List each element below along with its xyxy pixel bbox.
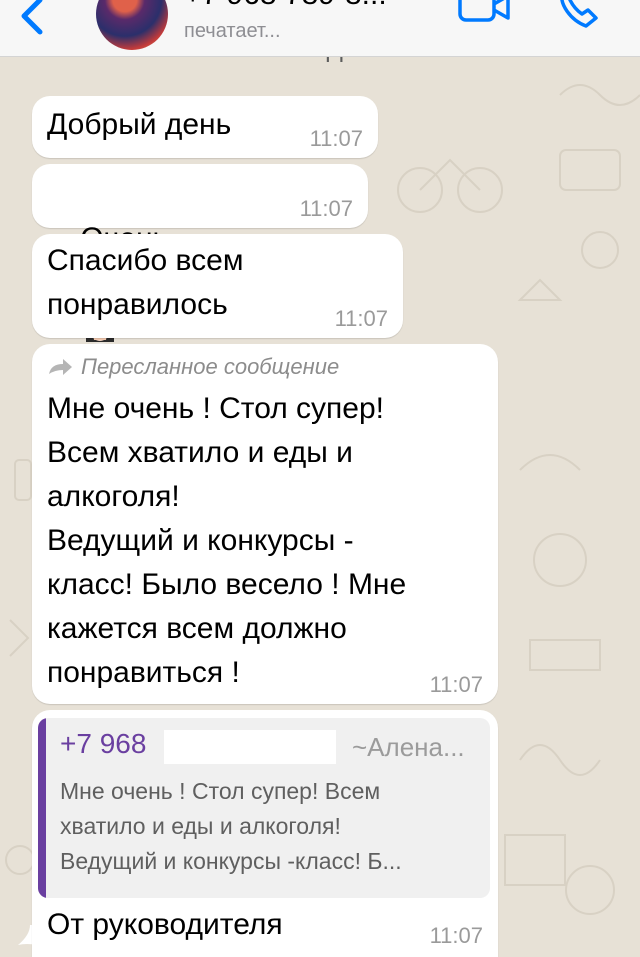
reply-message-bubble[interactable]: +7 968 ~Алена... Мне очень ! Стол супер!… (32, 710, 498, 957)
message-bubble[interactable]: Добрый день 11:07 (32, 96, 378, 158)
chevron-left-icon[interactable] (14, 0, 48, 38)
chat-header: +7 968 789-8... печатает... (0, 0, 640, 57)
video-call-icon[interactable] (456, 0, 512, 28)
phone-icon[interactable] (556, 0, 604, 30)
message-text: Спасибо всем понравилось (47, 244, 244, 321)
quote-sender-name: ~Алена... (352, 732, 465, 762)
message-time: 11:07 (334, 306, 388, 331)
message-time: 11:07 (299, 196, 353, 221)
quoted-message[interactable]: +7 968 ~Алена... Мне очень ! Стол супер!… (38, 718, 490, 898)
contact-name[interactable]: +7 968 789-8... (184, 0, 387, 12)
message-text: Добрый день (47, 108, 232, 141)
date-chip: СЕГОДНЯ (170, 56, 470, 68)
forward-arrow-icon (49, 359, 72, 375)
message-time: 11:07 (429, 923, 483, 948)
message-time: 11:07 (429, 672, 483, 697)
forwarded-label: Пересланное сообщение (47, 354, 339, 380)
message-bubble[interactable]: Спасибо всем понравилось 11:07 (32, 234, 403, 338)
forwarded-message-bubble[interactable]: Пересланное сообщение Мне очень ! Стол с… (32, 344, 498, 704)
typing-status: печатает... (184, 20, 281, 42)
redaction-box (164, 730, 336, 764)
quote-sender-phone: +7 968 (60, 728, 147, 759)
quote-accent-bar (38, 718, 46, 898)
quote-text: Мне очень ! Стол супер! Всем хватило и е… (60, 778, 402, 874)
forwarded-label-text: Пересланное сообщение (81, 354, 340, 379)
message-time: 11:07 (309, 126, 363, 151)
message-bubble[interactable]: Очень 11:07 (32, 164, 368, 348)
message-text: Мне очень ! Стол супер! Всем хватило и е… (47, 392, 407, 689)
avatar[interactable] (96, 0, 168, 50)
message-text: От руководителя (47, 908, 283, 941)
